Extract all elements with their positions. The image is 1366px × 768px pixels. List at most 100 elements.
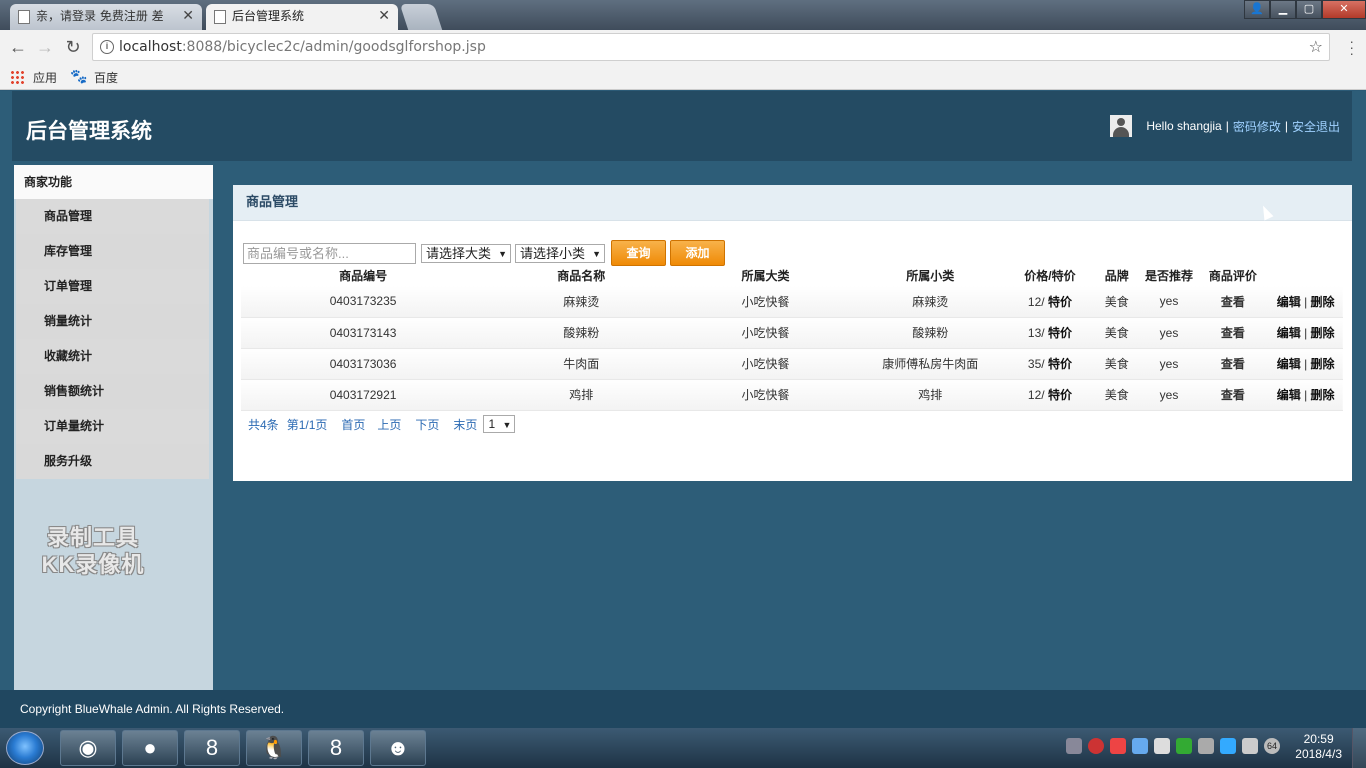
apps-icon[interactable]	[10, 70, 24, 84]
cell-name: 鸡排	[485, 379, 678, 411]
edit-link[interactable]: 编辑	[1277, 326, 1301, 340]
logout-link[interactable]: 安全退出	[1292, 118, 1340, 135]
url-bar[interactable]: i localhost:8088/bicyclec2c/admin/goodsg…	[92, 33, 1330, 61]
browser-tab-admin[interactable]: 后台管理系统 ✕	[206, 4, 398, 30]
yellow-app-taskbar-icon[interactable]: ●	[122, 730, 178, 766]
search-input[interactable]	[243, 242, 416, 264]
browser-tab-login[interactable]: 亲，请登录 免费注册 差 ✕	[10, 4, 202, 30]
col-header-id: 商品编号	[339, 268, 388, 283]
start-button-icon[interactable]	[6, 731, 44, 765]
table-row: 0403173143 酸辣粉 小吃快餐 酸辣粉 13/ 特价 美食 yes 查看…	[241, 317, 1343, 349]
qq-taskbar-icon[interactable]: 🐧	[246, 730, 302, 766]
new-tab-button[interactable]	[399, 4, 443, 30]
sidebar-item-favorites[interactable]: 收藏统计	[16, 339, 209, 374]
user-area: Hello shangjia | 密码修改 | 安全退出	[1110, 115, 1340, 137]
col-header-recommended: 是否推荐	[1144, 268, 1193, 283]
col-header-name: 商品名称	[557, 268, 606, 283]
eclipse-8-taskbar-icon-2[interactable]: 8	[308, 730, 364, 766]
table-row: 0403173235 麻辣烫 小吃快餐 麻辣烫 12/ 特价 美食 yes 查看…	[241, 286, 1343, 318]
sidebar-item-upgrade[interactable]: 服务升级	[16, 444, 209, 479]
panel-title: 商品管理	[233, 185, 1352, 221]
sidebar-item-orders[interactable]: 订单管理	[16, 269, 209, 304]
bookmark-star-icon[interactable]: ☆	[1309, 37, 1323, 57]
sidebar-item-goods[interactable]: 商品管理	[16, 199, 209, 234]
clock-time: 20:59	[1303, 732, 1334, 746]
menu-icon[interactable]: · · ·	[1349, 34, 1354, 60]
cell-brand: 美食	[1093, 317, 1141, 349]
pager-last[interactable]: 末页	[453, 416, 477, 433]
eclipse-8-taskbar-icon[interactable]: 8	[184, 730, 240, 766]
edit-link[interactable]: 编辑	[1277, 295, 1301, 309]
show-desktop-button[interactable]	[1352, 728, 1366, 768]
network-tray-icon[interactable]	[1132, 738, 1148, 754]
table-row: 0403173036 牛肉面 小吃快餐 康师傅私房牛肉面 35/ 特价 美食 y…	[241, 348, 1343, 380]
sidebar-item-sales-volume[interactable]: 销量统计	[16, 304, 209, 339]
edit-link[interactable]: 编辑	[1277, 357, 1301, 371]
close-tab-icon[interactable]: ✕	[378, 4, 390, 28]
page-icon	[18, 10, 30, 24]
forward-icon[interactable]: →	[34, 36, 56, 58]
add-button[interactable]: 添加	[670, 240, 725, 266]
shield-icon[interactable]	[1154, 738, 1170, 754]
window-controls: 👤 ▁ ▢ ✕	[1244, 0, 1366, 20]
sidebar-item-order-count[interactable]: 订单量统计	[16, 409, 209, 444]
sidebar: 商家功能 商品管理 库存管理 订单管理 销量统计 收藏统计 销售额统计 订单量统…	[14, 165, 213, 691]
tray-number-badge[interactable]: 64	[1264, 738, 1280, 754]
recorder-taskbar-icon[interactable]: ☻	[370, 730, 426, 766]
delete-link[interactable]: 删除	[1311, 295, 1335, 309]
keyboard-icon[interactable]	[1066, 738, 1082, 754]
clock[interactable]: 20:59 2018/4/3	[1295, 732, 1342, 762]
pager-prev[interactable]: 上页	[377, 416, 401, 433]
bookmark-apps[interactable]: 应用	[33, 69, 57, 86]
query-button[interactable]: 查询	[611, 240, 666, 266]
view-review-link[interactable]: 查看	[1197, 317, 1269, 349]
cell-category: 小吃快餐	[677, 286, 854, 318]
info-icon[interactable]: i	[100, 40, 114, 54]
price-value: 35/	[1027, 357, 1045, 371]
view-review-link[interactable]: 查看	[1197, 379, 1269, 411]
sidebar-item-inventory[interactable]: 库存管理	[16, 234, 209, 269]
minimize-icon[interactable]: ▁	[1270, 0, 1296, 19]
brand-title: 后台管理系统	[26, 119, 152, 143]
page-select[interactable]: 1	[483, 415, 516, 433]
app-tray-icon[interactable]	[1088, 738, 1104, 754]
signal-icon[interactable]	[1198, 738, 1214, 754]
back-icon[interactable]: ←	[7, 36, 29, 58]
admin-page: 后台管理系统 Hello shangjia | 密码修改 | 安全退出 商家功能…	[0, 91, 1366, 728]
cell-price: 12/ 特价	[1006, 379, 1094, 411]
pager-first[interactable]: 首页	[341, 416, 365, 433]
edit-link[interactable]: 编辑	[1277, 388, 1301, 402]
volume-icon[interactable]	[1242, 738, 1258, 754]
pager-total: 共4条	[248, 417, 279, 432]
watermark-line-2: KK录像机	[41, 552, 145, 577]
sidebar-title: 商家功能	[14, 165, 213, 199]
view-review-link[interactable]: 查看	[1197, 348, 1269, 380]
cell-price: 12/ 特价	[1006, 286, 1094, 318]
bookmark-baidu[interactable]: 百度	[94, 69, 118, 86]
delete-link[interactable]: 删除	[1311, 326, 1335, 340]
baidu-icon: 🐾	[70, 68, 88, 84]
user-icon[interactable]: 👤	[1244, 0, 1270, 19]
ime-icon[interactable]	[1220, 738, 1236, 754]
close-tab-icon[interactable]: ✕	[182, 4, 194, 28]
cell-brand: 美食	[1093, 379, 1141, 411]
clock-date: 2018/4/3	[1295, 747, 1342, 761]
maximize-icon[interactable]: ▢	[1296, 0, 1322, 19]
delete-link[interactable]: 删除	[1311, 357, 1335, 371]
sidebar-item-sales-amount[interactable]: 销售额统计	[16, 374, 209, 409]
cell-price: 35/ 特价	[1006, 348, 1094, 380]
change-password-link[interactable]: 密码修改	[1233, 118, 1281, 135]
close-window-icon[interactable]: ✕	[1322, 0, 1366, 19]
view-review-link[interactable]: 查看	[1197, 286, 1269, 318]
subcategory-select[interactable]: 请选择小类	[515, 243, 605, 263]
pager-next[interactable]: 下页	[415, 416, 439, 433]
chrome-taskbar-icon[interactable]: ◉	[60, 730, 116, 766]
reload-icon[interactable]: ↻	[62, 36, 84, 58]
delete-link[interactable]: 删除	[1311, 388, 1335, 402]
qq-tray-icon[interactable]	[1110, 738, 1126, 754]
system-tray: 64	[1066, 738, 1280, 754]
taskbar: ◉ ● 8 🐧 8 ☻ 64 20:59 2018/4/3	[0, 728, 1366, 768]
cell-brand: 美食	[1093, 286, 1141, 318]
security-icon[interactable]	[1176, 738, 1192, 754]
category-select[interactable]: 请选择大类	[421, 243, 511, 263]
